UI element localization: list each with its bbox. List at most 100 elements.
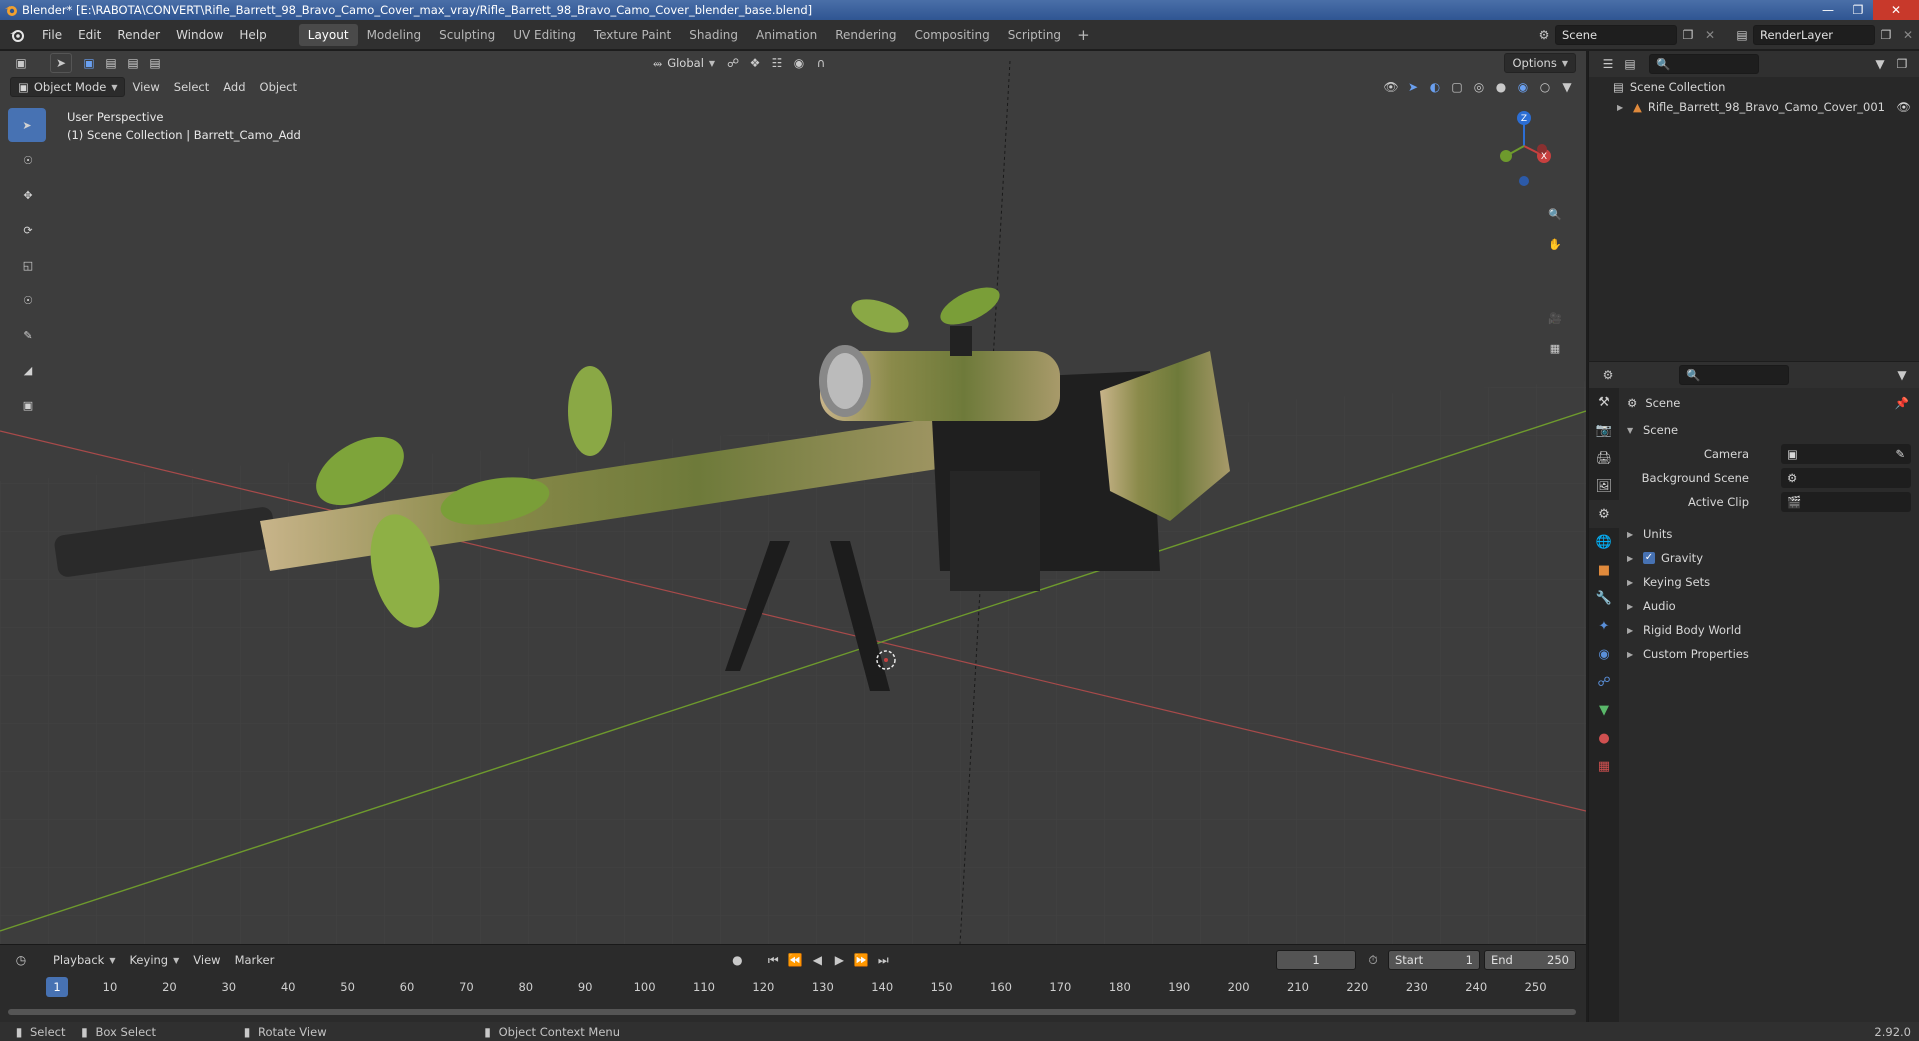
filter-icon[interactable]: ▼ <box>1869 54 1891 74</box>
world-tab-icon[interactable]: 🌐 <box>1589 528 1619 556</box>
play-icon[interactable]: ▶ <box>828 950 850 970</box>
modifier-tab-icon[interactable]: 🔧 <box>1589 584 1619 612</box>
particles-tab-icon[interactable]: ✦ <box>1589 612 1619 640</box>
menu-add[interactable]: Add <box>216 77 252 97</box>
pan-hand-icon[interactable]: ✋ <box>1542 231 1568 257</box>
background-scene-field[interactable]: ⚙ <box>1781 468 1911 488</box>
shading-options-icon[interactable]: ▼ <box>1556 77 1578 97</box>
tab-modeling[interactable]: Modeling <box>358 24 431 46</box>
zoom-icon[interactable]: 🔍 <box>1542 201 1568 227</box>
pivot-icon[interactable]: ☍ <box>722 53 744 73</box>
tab-uv-editing[interactable]: UV Editing <box>504 24 585 46</box>
outliner[interactable]: ☰ ▤ 🔍 ▼ ❐ ▤ Scene Collection ▶ ▲ Rifle_B… <box>1588 51 1919 361</box>
object-tab-icon[interactable]: ■ <box>1589 556 1619 584</box>
tab-animation[interactable]: Animation <box>747 24 826 46</box>
timeline-editor-icon[interactable]: ◷ <box>10 950 32 970</box>
scale-tool-icon[interactable]: ◱ <box>8 248 48 282</box>
falloff-icon[interactable]: ∩ <box>810 53 832 73</box>
menu-playback[interactable]: Playback ▼ <box>46 950 122 970</box>
snap-target-icon[interactable]: ☷ <box>766 53 788 73</box>
select-intersect-icon[interactable]: ▤ <box>144 53 166 73</box>
tab-rendering[interactable]: Rendering <box>826 24 905 46</box>
delete-layer-icon[interactable]: ✕ <box>1897 25 1919 45</box>
panel-audio[interactable]: ▶ Audio <box>1619 594 1919 618</box>
new-collection-icon[interactable]: ❐ <box>1891 54 1913 74</box>
material-tab-icon[interactable]: ● <box>1589 724 1619 752</box>
preview-range-icon[interactable]: ⏱ <box>1362 950 1384 970</box>
tab-shading[interactable]: Shading <box>680 24 747 46</box>
outliner-item[interactable]: ▶ ▲ Rifle_Barrett_98_Bravo_Camo_Cover_00… <box>1589 97 1919 117</box>
panel-rigid-body-world[interactable]: ▶ Rigid Body World <box>1619 618 1919 642</box>
menu-help[interactable]: Help <box>231 24 274 46</box>
output-tab-icon[interactable]: 🖨 <box>1589 444 1619 472</box>
gravity-checkbox[interactable]: ✓ <box>1643 552 1655 564</box>
transform-orientation-dropdown[interactable]: ⥈ Global ▼ <box>646 53 722 73</box>
move-tool-icon[interactable]: ✥ <box>8 178 48 212</box>
scene-tab-icon[interactable]: ⚙ <box>1589 500 1619 528</box>
prev-keyframe-icon[interactable]: ⏪ <box>784 950 806 970</box>
gizmo-icon[interactable]: ➤ <box>1402 77 1424 97</box>
end-frame-field[interactable]: End 250 <box>1484 950 1576 970</box>
select-subtract-icon[interactable]: ▤ <box>122 53 144 73</box>
new-scene-icon[interactable]: ❐ <box>1677 25 1699 45</box>
outliner-editor-icon[interactable]: ☰ <box>1597 54 1619 74</box>
close-icon[interactable]: ✕ <box>1873 0 1919 20</box>
menu-render[interactable]: Render <box>109 24 168 46</box>
timeline-editor[interactable]: ◷ Playback ▼ Keying ▼ View Marker ● ⏮ ⏪ ◀ … <box>0 944 1586 1022</box>
view-layer-icon[interactable]: ▤ <box>1731 25 1753 45</box>
render-tab-icon[interactable]: 📷 <box>1589 416 1619 444</box>
tab-texture-paint[interactable]: Texture Paint <box>585 24 680 46</box>
play-reverse-icon[interactable]: ◀ <box>806 950 828 970</box>
menu-keying[interactable]: Keying ▼ <box>122 950 186 970</box>
measure-tool-icon[interactable]: ◢ <box>8 353 48 387</box>
panel-keying-sets[interactable]: ▶ Keying Sets <box>1619 570 1919 594</box>
frame-ruler[interactable]: 10 20 30 40 50 60 70 80 90 100 110 120 130 140 150 160 1… <box>0 977 1586 999</box>
navigation-gizmo[interactable]: Z X 🔍 ✋ <box>1494 106 1574 251</box>
menu-marker[interactable]: Marker <box>228 950 282 970</box>
display-mode-icon[interactable]: ▤ <box>1619 54 1641 74</box>
view-layer-tab-icon[interactable]: 🖼 <box>1589 472 1619 500</box>
maximize-icon[interactable]: ❐ <box>1843 0 1873 20</box>
camera-view-icon[interactable]: 🎥 <box>1542 305 1568 331</box>
active-clip-field[interactable]: 🎬 <box>1781 492 1911 512</box>
scene-selector[interactable]: Scene <box>1555 25 1677 45</box>
panel-scene[interactable]: ▼ Scene <box>1619 418 1919 442</box>
proportional-edit-icon[interactable]: ◉ <box>788 53 810 73</box>
panel-gravity[interactable]: ▶ ✓ Gravity <box>1619 546 1919 570</box>
scene-icon[interactable]: ⚙ <box>1533 25 1555 45</box>
menu-object[interactable]: Object <box>253 77 304 97</box>
snap-icon[interactable]: ❖ <box>744 53 766 73</box>
properties-editor-icon[interactable]: ⚙ <box>1597 365 1619 385</box>
mode-dropdown[interactable]: ▣ Object Mode ▼ <box>10 77 126 97</box>
menu-select[interactable]: Select <box>167 77 216 97</box>
expand-arrow-icon[interactable]: ▶ <box>1617 103 1625 112</box>
minimize-icon[interactable]: — <box>1813 0 1843 20</box>
outliner-search-input[interactable]: 🔍 <box>1649 54 1759 74</box>
properties-search-input[interactable]: 🔍 <box>1679 365 1789 385</box>
tab-layout[interactable]: Layout <box>298 23 358 46</box>
overlay-icon[interactable]: ◐ <box>1424 77 1446 97</box>
texture-tab-icon[interactable]: ▦ <box>1589 752 1619 780</box>
transform-tool-icon[interactable]: ☉ <box>8 283 48 317</box>
add-cube-tool-icon[interactable]: ▣ <box>8 388 48 422</box>
pin-icon[interactable]: 📌 <box>1895 396 1909 410</box>
properties-editor[interactable]: ⚙ 🔍 ▼ ⚒ 📷 🖨 🖼 ⚙ 🌐 ■ 🔧 ✦ ◉ ☍ ▼ ● ▦ ⚙ Scen… <box>1588 362 1919 1022</box>
record-icon[interactable]: ● <box>726 950 748 970</box>
material-shading-icon[interactable]: ◉ <box>1512 77 1534 97</box>
menu-view[interactable]: View <box>125 77 166 97</box>
menu-file[interactable]: File <box>34 24 70 46</box>
current-frame-field[interactable]: 1 <box>1276 950 1356 970</box>
options-dropdown[interactable]: Options ▼ <box>1504 53 1576 73</box>
add-workspace-icon[interactable]: + <box>1070 26 1097 44</box>
chevron-down-icon[interactable]: ▼ <box>1891 365 1913 385</box>
rotate-tool-icon[interactable]: ⟳ <box>8 213 48 247</box>
axis-gizmo[interactable]: Z X <box>1494 106 1554 186</box>
cursor-tool-icon[interactable]: ☉ <box>8 143 48 177</box>
menu-edit[interactable]: Edit <box>70 24 109 46</box>
eyedropper-icon[interactable]: ✎ <box>1895 447 1905 461</box>
tool-tab-icon[interactable]: ⚒ <box>1589 388 1619 416</box>
tab-compositing[interactable]: Compositing <box>905 24 998 46</box>
annotate-tool-icon[interactable]: ✎ <box>8 318 48 352</box>
3d-viewport[interactable]: ▣ ➤ ▣ ▤ ▤ ▤ ⥈ Global ▼ ☍ ❖ ☷ ◉ ∩ Options ▼ … <box>0 51 1586 944</box>
menu-timeline-view[interactable]: View <box>186 950 227 970</box>
